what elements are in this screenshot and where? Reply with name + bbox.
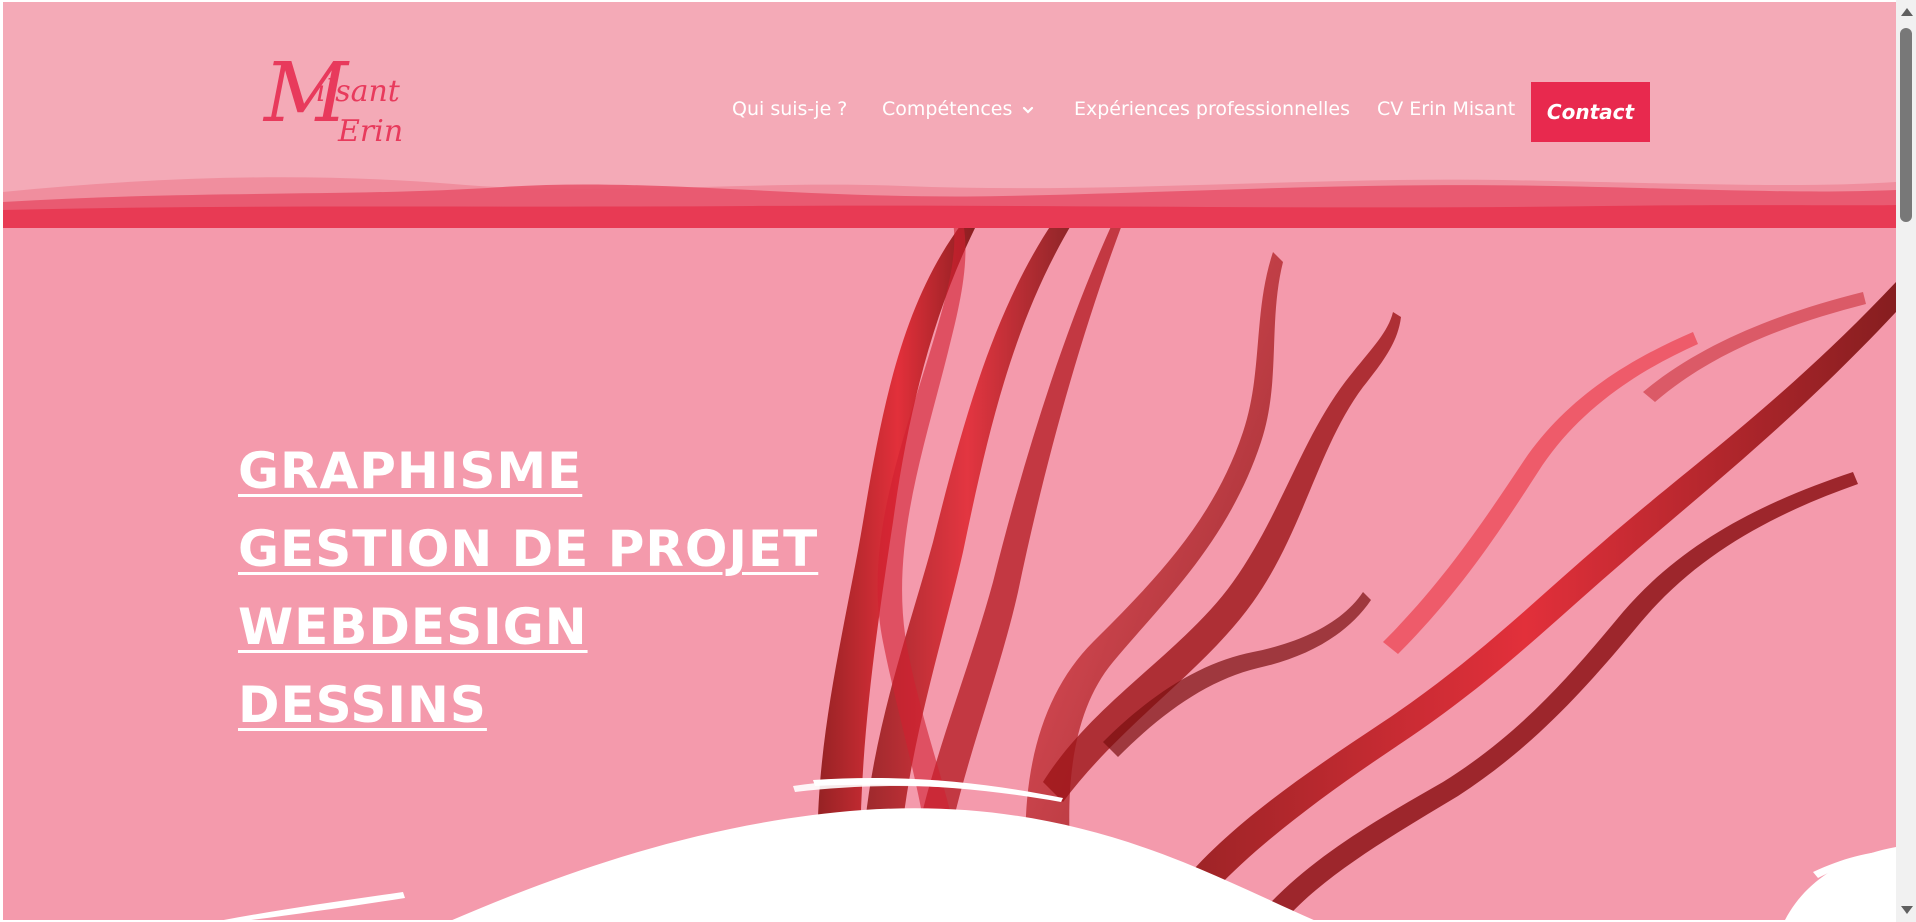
logo-bottom-text: Erin — [338, 114, 404, 149]
site-logo[interactable]: M ilsant Erin — [258, 46, 448, 164]
nav-item-qui-suis-je[interactable]: Qui suis-je ? — [732, 98, 847, 120]
hero-list-item: DESSINS — [238, 676, 818, 754]
page-scrollbar[interactable] — [1896, 0, 1916, 922]
scroll-down-arrow-icon[interactable] — [1901, 906, 1913, 914]
nav-item-competences[interactable]: Compétences — [882, 98, 1034, 120]
contact-button[interactable]: Contact — [1531, 82, 1650, 142]
hero-list-item: GRAPHISME — [238, 442, 818, 520]
page-frame: M ilsant Erin Qui suis-je ? Compétences … — [3, 2, 1896, 920]
hero-link-gestion-de-projet[interactable]: GESTION DE PROJET — [238, 520, 818, 578]
bottom-brush-wave — [223, 778, 1896, 920]
chevron-down-icon — [1023, 106, 1034, 114]
hero-link-webdesign[interactable]: WEBDESIGN — [238, 598, 588, 656]
nav-item-competences-label: Compétences — [882, 98, 1013, 120]
hero-list-item: WEBDESIGN — [238, 598, 818, 676]
hero-skill-list: GRAPHISME GESTION DE PROJET WEBDESIGN DE… — [238, 442, 818, 754]
header-wave-decoration — [3, 177, 1896, 228]
nav-item-cv[interactable]: CV Erin Misant — [1377, 98, 1515, 120]
scrollbar-thumb[interactable] — [1900, 28, 1912, 222]
logo-top-text: ilsant — [316, 74, 400, 109]
hero-link-graphisme[interactable]: GRAPHISME — [238, 442, 582, 500]
hero-link-dessins[interactable]: DESSINS — [238, 676, 487, 734]
nav-item-experiences[interactable]: Expériences professionnelles — [1074, 98, 1350, 120]
hero-list-item: GESTION DE PROJET — [238, 520, 818, 598]
scroll-up-arrow-icon[interactable] — [1901, 8, 1913, 16]
